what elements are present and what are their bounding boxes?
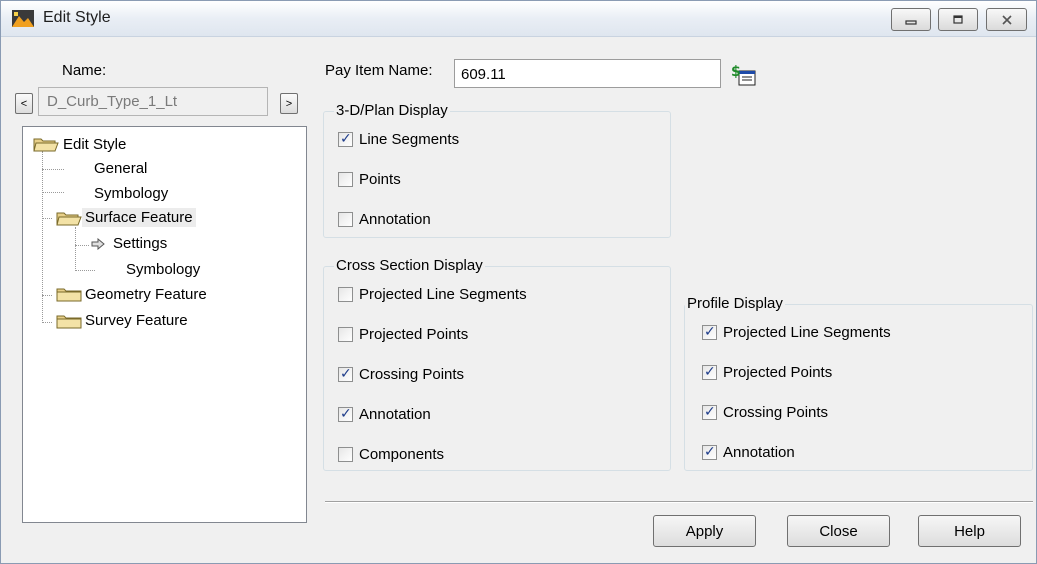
minimize-button[interactable] bbox=[891, 8, 931, 31]
checkbox-checked[interactable] bbox=[702, 443, 717, 460]
folder-icon bbox=[56, 288, 82, 302]
checkbox-label: Projected Line Segments bbox=[359, 286, 527, 303]
checkbox-label: Projected Points bbox=[359, 326, 469, 343]
close-window-button[interactable] bbox=[986, 8, 1027, 31]
checkbox-checked[interactable] bbox=[702, 323, 717, 340]
checkbox-label: Projected Line Segments bbox=[723, 324, 891, 341]
tree-connector bbox=[75, 227, 76, 271]
pay-item-label: Pay Item Name: bbox=[325, 62, 433, 79]
plan-display-title: 3-D/Plan Display bbox=[334, 102, 450, 119]
profile-display-group: Profile Display Projected Line Segments P… bbox=[684, 295, 1033, 471]
checkbox-row[interactable]: Crossing Points bbox=[338, 365, 465, 383]
tree-connector bbox=[75, 245, 89, 246]
tree-item-symbology[interactable]: Symbology bbox=[91, 184, 171, 203]
open-folder-icon bbox=[33, 138, 59, 152]
folder-icon bbox=[56, 315, 82, 329]
tree-connector bbox=[42, 295, 52, 296]
checkbox-checked[interactable] bbox=[338, 365, 353, 382]
chevron-right-icon: > bbox=[285, 97, 293, 110]
checkbox-unchecked[interactable] bbox=[338, 327, 353, 342]
checkbox-row[interactable]: Projected Line Segments bbox=[338, 286, 527, 303]
checkbox-row[interactable]: Components bbox=[338, 446, 444, 463]
tree-item-general[interactable]: General bbox=[91, 159, 150, 178]
close-icon bbox=[1001, 14, 1012, 25]
tree-connector bbox=[42, 322, 52, 323]
checkbox-row[interactable]: Projected Points bbox=[702, 363, 833, 381]
profile-display-title: Profile Display bbox=[685, 295, 785, 312]
checkbox-row[interactable]: Points bbox=[338, 171, 401, 188]
tree-item-settings[interactable]: Settings bbox=[110, 234, 170, 253]
plan-display-group: 3-D/Plan Display Line Segments Points Anno… bbox=[323, 102, 671, 238]
separator bbox=[325, 501, 1033, 503]
restore-icon bbox=[953, 14, 963, 24]
tree-connector bbox=[42, 218, 52, 219]
cross-section-display-group: Cross Section Display Projected Line Seg… bbox=[323, 257, 671, 471]
tree-item-survey-feature[interactable]: Survey Feature bbox=[82, 311, 191, 330]
checkbox-label: Line Segments bbox=[359, 131, 460, 148]
checkbox-unchecked[interactable] bbox=[338, 447, 353, 462]
maximize-button[interactable] bbox=[938, 8, 978, 31]
checkbox-label: Components bbox=[359, 446, 445, 463]
checkbox-label: Points bbox=[359, 171, 401, 188]
checkbox-unchecked[interactable] bbox=[338, 287, 353, 302]
tree-connector bbox=[42, 192, 64, 193]
previous-style-button[interactable]: < bbox=[15, 93, 33, 114]
pay-item-lookup-icon[interactable]: $ bbox=[731, 62, 757, 88]
next-style-button[interactable]: > bbox=[280, 93, 298, 114]
checkbox-unchecked[interactable] bbox=[338, 212, 353, 227]
arrow-right-icon bbox=[91, 238, 105, 250]
tree-item-edit-style[interactable]: Edit Style bbox=[60, 135, 129, 154]
checkbox-label: Annotation bbox=[723, 444, 795, 461]
style-tree[interactable]: Edit Style General Symbology Surface Fea… bbox=[22, 126, 307, 523]
checkbox-checked[interactable] bbox=[338, 405, 353, 422]
edit-style-dialog: Edit Style Name: < D_Curb_Type_1_Lt > Ed… bbox=[0, 0, 1037, 564]
window-title: Edit Style bbox=[43, 9, 111, 26]
checkbox-label: Crossing Points bbox=[359, 366, 465, 383]
apply-button[interactable]: Apply bbox=[653, 515, 756, 547]
cross-section-display-title: Cross Section Display bbox=[334, 257, 485, 274]
help-button[interactable]: Help bbox=[918, 515, 1021, 547]
svg-text:$: $ bbox=[731, 64, 741, 80]
style-name-field[interactable]: D_Curb_Type_1_Lt bbox=[38, 87, 268, 116]
tree-item-surface-symbology[interactable]: Symbology bbox=[123, 260, 203, 279]
checkbox-checked[interactable] bbox=[702, 363, 717, 380]
title-bar[interactable]: Edit Style bbox=[1, 1, 1036, 37]
checkbox-row[interactable]: Annotation bbox=[702, 443, 795, 461]
checkbox-row[interactable]: Annotation bbox=[338, 405, 431, 423]
tree-connector bbox=[42, 151, 43, 323]
checkbox-label: Annotation bbox=[359, 406, 431, 423]
checkbox-unchecked[interactable] bbox=[338, 172, 353, 187]
checkbox-row[interactable]: Line Segments bbox=[338, 130, 460, 148]
open-folder-icon bbox=[56, 212, 82, 226]
tree-item-geometry-feature[interactable]: Geometry Feature bbox=[82, 285, 210, 304]
name-label: Name: bbox=[62, 62, 107, 79]
tree-connector bbox=[42, 169, 64, 170]
tree-connector bbox=[75, 270, 95, 271]
checkbox-checked[interactable] bbox=[338, 130, 353, 147]
chevron-left-icon: < bbox=[20, 97, 28, 110]
checkbox-row[interactable]: Annotation bbox=[338, 211, 431, 228]
checkbox-label: Annotation bbox=[359, 211, 431, 228]
checkbox-label: Crossing Points bbox=[723, 404, 829, 421]
checkbox-row[interactable]: Projected Line Segments bbox=[702, 323, 891, 341]
checkbox-checked[interactable] bbox=[702, 403, 717, 420]
pay-item-input[interactable]: 609.11 bbox=[454, 59, 721, 88]
checkbox-label: Projected Points bbox=[723, 364, 833, 381]
tree-item-surface-feature[interactable]: Surface Feature bbox=[82, 208, 196, 227]
app-icon bbox=[12, 10, 34, 27]
checkbox-row[interactable]: Crossing Points bbox=[702, 403, 829, 421]
minimize-icon bbox=[905, 19, 917, 25]
checkbox-row[interactable]: Projected Points bbox=[338, 326, 468, 343]
close-button[interactable]: Close bbox=[787, 515, 890, 547]
